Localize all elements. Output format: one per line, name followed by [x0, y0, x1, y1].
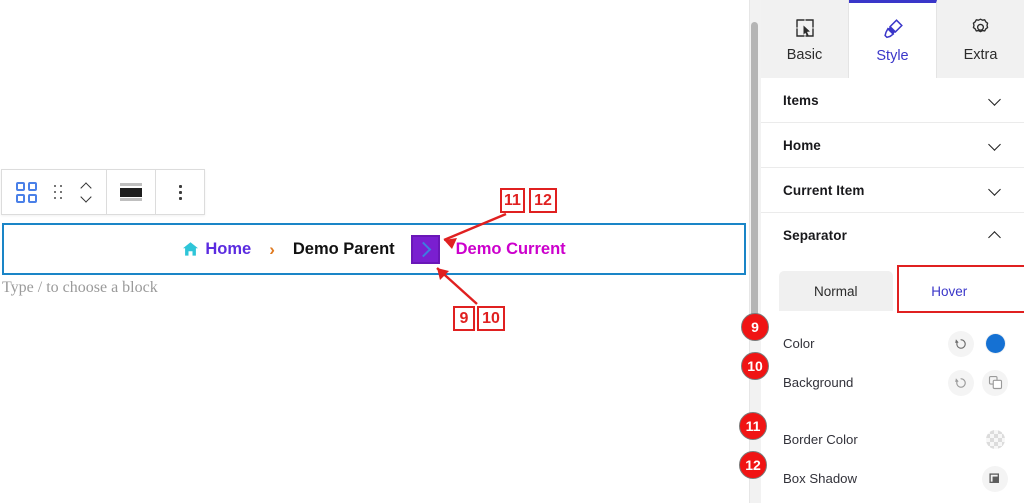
section-separator[interactable]: Separator: [761, 213, 1024, 257]
property-row-box-shadow: Box Shadow: [761, 459, 1024, 498]
box-shadow-icon: [989, 472, 999, 483]
tab-style[interactable]: Style: [849, 0, 937, 78]
reset-color-button[interactable]: [948, 330, 974, 357]
block-toolbar: [1, 169, 205, 215]
chevron-down-icon: [990, 139, 1002, 151]
toolbar-group-block: [2, 170, 106, 214]
drag-dots-icon: [54, 184, 62, 200]
color-swatch: [985, 334, 1005, 353]
callout-9-label: 9: [459, 309, 469, 327]
property-border-color-label: Border Color: [783, 432, 858, 447]
badge-12: 12: [739, 451, 767, 479]
box-shadow-button[interactable]: [982, 465, 1008, 492]
empty-paragraph-placeholder[interactable]: Type / to choose a block: [2, 279, 158, 297]
layers-icon: [988, 375, 1002, 390]
callout-10: 10: [477, 306, 505, 331]
gear-icon: [969, 16, 992, 40]
color-swatch-button[interactable]: [982, 331, 1008, 357]
property-row-background: Background: [761, 363, 1024, 402]
state-tab-normal[interactable]: Normal: [779, 271, 893, 311]
app-root: Home › Demo Parent Demo Current Type / t…: [0, 0, 1024, 503]
breadcrumb-item-current[interactable]: Demo Current: [456, 240, 566, 259]
state-tab-normal-label: Normal: [813, 283, 858, 299]
kebab-menu-icon: [178, 184, 182, 200]
home-icon: [182, 241, 199, 257]
breadcrumb: Home › Demo Parent Demo Current: [182, 234, 566, 264]
callout-12-label: 12: [534, 191, 552, 209]
tab-style-label: Style: [876, 48, 909, 64]
border-color-swatch-button[interactable]: [982, 427, 1008, 453]
breadcrumb-separator-hovered[interactable]: [410, 234, 440, 264]
section-separator-label: Separator: [783, 227, 847, 243]
property-background-label: Background: [783, 375, 854, 390]
property-color-label: Color: [783, 336, 815, 351]
badge-11-label: 11: [745, 418, 761, 434]
sidebar-scrollbar-thumb[interactable]: [751, 22, 758, 340]
breadcrumb-block[interactable]: Home › Demo Parent Demo Current: [2, 223, 746, 275]
settings-sidebar: Basic Style Extra Items Home Current Ite…: [760, 0, 1024, 503]
badge-10-label: 10: [747, 358, 763, 374]
section-home-label: Home: [783, 137, 821, 153]
tab-extra-label: Extra: [963, 46, 998, 63]
grid-icon: [15, 181, 37, 203]
align-icon: [120, 183, 142, 201]
callout-11-label: 11: [504, 191, 521, 209]
cursor-select-icon: [794, 16, 816, 40]
property-box-shadow-controls: [982, 465, 1008, 492]
more-options-button[interactable]: [162, 170, 198, 214]
property-color-controls: [948, 330, 1008, 357]
badge-11: 11: [739, 412, 767, 440]
background-layers-button[interactable]: [982, 369, 1008, 396]
badge-10: 10: [741, 352, 769, 380]
transparent-swatch-icon: [985, 430, 1005, 449]
badge-12-label: 12: [745, 457, 761, 473]
chevron-up-down-icon: [81, 183, 92, 201]
drag-handle-button[interactable]: [44, 170, 72, 214]
state-tab-hover[interactable]: Hover: [892, 271, 1006, 311]
state-tabs: Normal Hover: [779, 265, 1024, 313]
callout-11: 11: [500, 188, 525, 213]
chevron-down-icon: [990, 184, 1002, 196]
property-row-border-color: Border Color: [761, 420, 1024, 459]
section-home[interactable]: Home: [761, 123, 1024, 168]
breadcrumb-item-home[interactable]: Home: [182, 240, 251, 259]
section-current-item[interactable]: Current Item: [761, 168, 1024, 213]
callout-10-label: 10: [482, 309, 500, 327]
badge-9-label: 9: [751, 319, 759, 335]
reset-icon: [955, 377, 966, 388]
sidebar-tabs: Basic Style Extra: [761, 0, 1024, 78]
editor-canvas: Home › Demo Parent Demo Current Type / t…: [0, 0, 749, 503]
paint-brush-icon: [881, 17, 905, 41]
callout-12: 12: [529, 188, 557, 213]
property-background-controls: [948, 369, 1008, 396]
move-up-down-button[interactable]: [72, 170, 100, 214]
property-box-shadow-label: Box Shadow: [783, 471, 858, 486]
property-row-color: Color: [761, 324, 1024, 363]
chevron-right-icon: [415, 241, 432, 257]
reset-icon: [955, 338, 966, 349]
section-items-label: Items: [783, 92, 819, 108]
reset-background-button[interactable]: [948, 369, 974, 396]
breadcrumb-home-label: Home: [205, 239, 252, 258]
badge-9: 9: [741, 313, 769, 341]
tab-basic-label: Basic: [786, 46, 823, 63]
breadcrumb-item-parent[interactable]: Demo Parent: [293, 240, 395, 259]
breadcrumb-separator-arrow: ›: [269, 239, 275, 259]
chevron-up-icon: [990, 229, 1002, 241]
tab-basic[interactable]: Basic: [761, 0, 849, 78]
tab-extra[interactable]: Extra: [937, 0, 1024, 78]
block-type-grid-button[interactable]: [8, 170, 44, 214]
chevron-down-icon: [990, 94, 1002, 106]
toolbar-group-more: [155, 170, 204, 214]
section-current-item-label: Current Item: [783, 182, 865, 198]
callout-9: 9: [453, 306, 475, 331]
state-tab-hover-label: Hover: [931, 283, 968, 299]
property-group-gap: [761, 402, 1024, 420]
align-full-width-button[interactable]: [113, 170, 149, 214]
toolbar-group-align: [106, 170, 155, 214]
property-border-color-controls: [982, 427, 1008, 453]
section-items[interactable]: Items: [761, 78, 1024, 123]
